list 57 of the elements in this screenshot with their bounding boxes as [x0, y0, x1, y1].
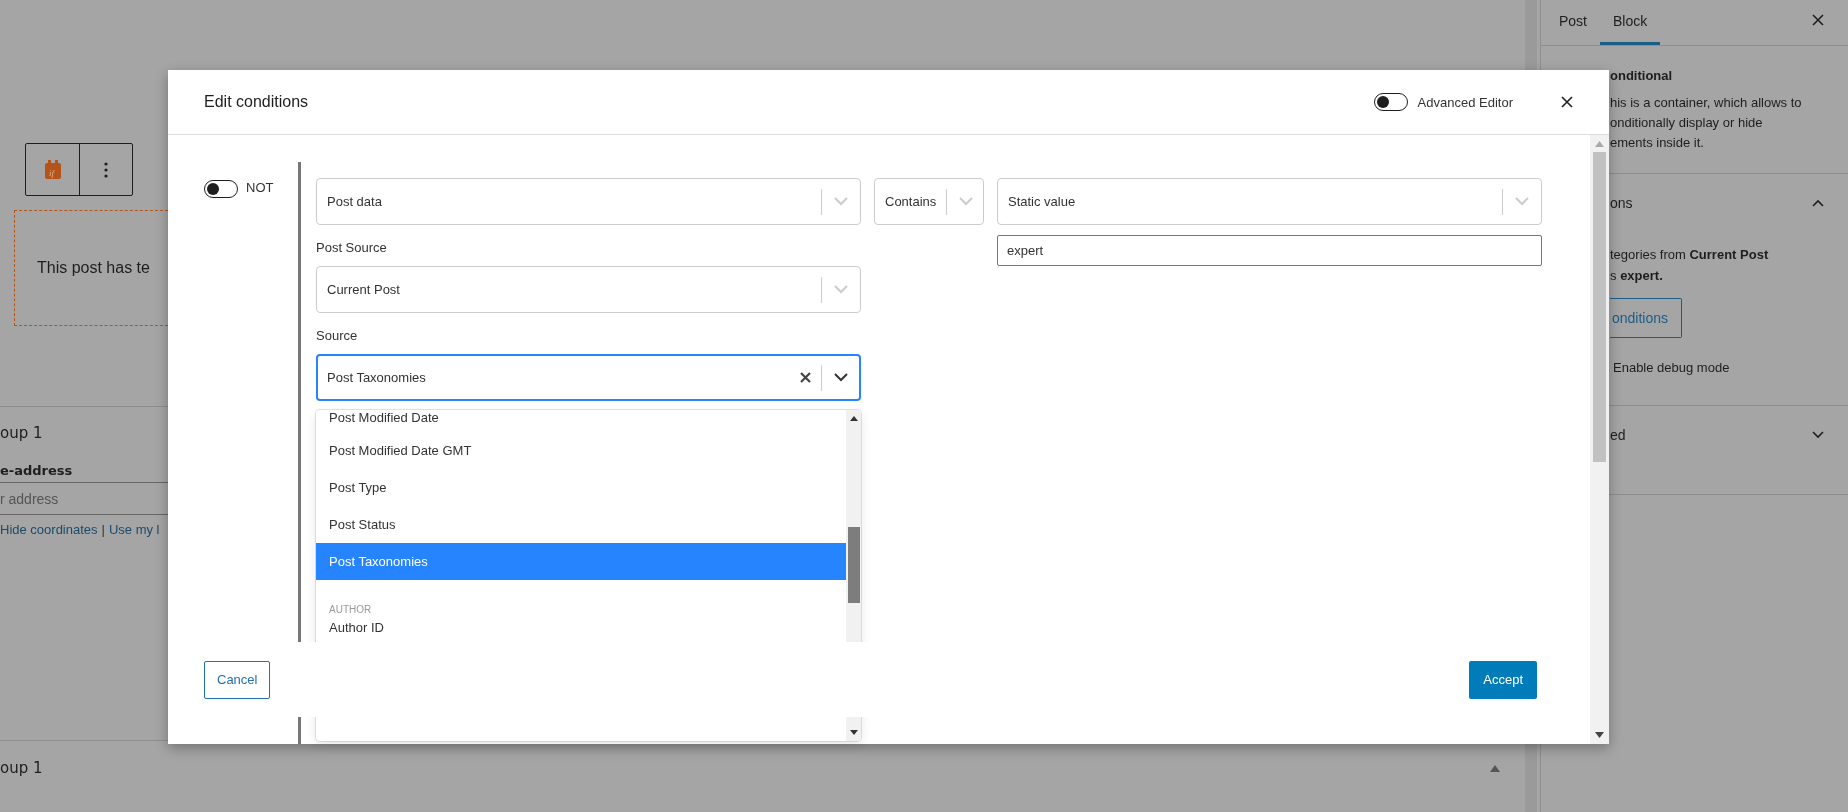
dropdown-option[interactable]: Author ID	[316, 615, 846, 639]
location-link[interactable]: Use my l	[108, 522, 160, 537]
field-label: Source	[316, 328, 359, 343]
triangle-up-icon[interactable]	[1490, 764, 1500, 772]
field-label: Post Source	[316, 240, 388, 255]
scrollbar[interactable]	[1590, 135, 1609, 744]
debug-label: Enable debug mode	[1613, 360, 1731, 375]
value-input[interactable]: expert	[997, 235, 1542, 266]
condition-summary-line: s expert.	[1610, 267, 1664, 285]
scroll-down-icon[interactable]	[849, 730, 858, 735]
group-title: oup 1	[0, 759, 43, 777]
dropdown-option[interactable]: Post Modified Date GMT	[316, 432, 846, 469]
select-field[interactable]: Contains	[874, 178, 984, 225]
chevron-down-icon	[834, 373, 848, 382]
address-field[interactable]: r address	[0, 482, 168, 515]
link-separator: |	[101, 522, 105, 537]
dropdown-option[interactable]: Post Taxonomies	[316, 543, 846, 580]
close-icon[interactable]	[1561, 96, 1573, 108]
close-icon[interactable]	[1812, 14, 1824, 26]
dropdown-option[interactable]: Post Status	[316, 506, 846, 543]
scroll-up-icon[interactable]	[849, 416, 858, 421]
chevron-down-icon	[834, 197, 848, 206]
calendar-icon: if	[43, 159, 62, 180]
sidebar-tab[interactable]: Block	[1600, 0, 1661, 45]
panel-title[interactable]: ons	[1610, 195, 1633, 211]
accept-button[interactable]: Accept	[1469, 660, 1537, 699]
scrollbar-thumb[interactable]	[847, 527, 860, 603]
dropdown-option[interactable]: Post Type	[316, 469, 846, 506]
more-icon	[104, 161, 108, 178]
select-field[interactable]: Static value	[997, 178, 1542, 225]
block-name: onditional	[1610, 68, 1674, 83]
toggle-label: NOT	[246, 180, 274, 195]
select-field[interactable]: Post data	[316, 178, 861, 225]
block-description-line: ements inside it.	[1610, 134, 1705, 152]
block-description-line: his is a container, which allows to	[1610, 94, 1803, 112]
sidebar-tab[interactable]: Post	[1546, 0, 1600, 45]
hide-coordinates-link[interactable]: Hide coordinates	[0, 522, 98, 537]
block-description-line: onditionally display or hide	[1610, 114, 1764, 132]
chevron-down-icon	[959, 197, 974, 206]
clear-icon[interactable]	[800, 372, 811, 383]
content-text: This post has te	[37, 259, 150, 277]
modal-title: Edit conditions	[204, 93, 310, 111]
dropdown-option[interactable]: Post Modified Date	[316, 410, 846, 432]
chevron-down-icon	[1515, 197, 1529, 206]
chevron-down-icon[interactable]	[1812, 431, 1824, 439]
chevron-up-icon[interactable]	[1812, 199, 1824, 207]
group-title: oup 1	[0, 424, 43, 442]
select-field[interactable]: Post Taxonomies	[316, 354, 861, 401]
cancel-button[interactable]: Cancel	[204, 660, 271, 699]
toggle-label: Advanced Editor	[1417, 94, 1513, 110]
condition-summary-line: tegories from Current Post	[1610, 246, 1770, 264]
option-group-heading: AUTHOR	[328, 603, 373, 615]
scroll-down-icon[interactable]	[1595, 732, 1604, 738]
panel-title[interactable]: ed	[1610, 427, 1626, 443]
field-label: e-address	[0, 463, 73, 478]
select-field[interactable]: Current Post	[316, 266, 861, 313]
chevron-down-icon	[834, 285, 848, 294]
